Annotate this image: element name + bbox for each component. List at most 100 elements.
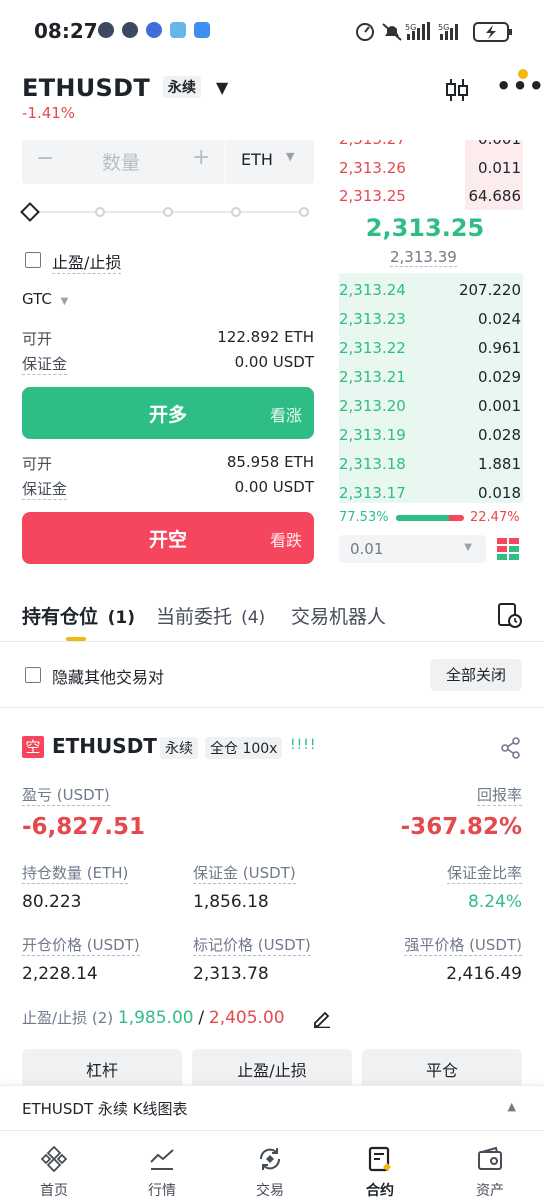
position-margin-tag[interactable]: 全仓 100x — [205, 737, 283, 759]
toolbar-divider — [0, 707, 544, 708]
time-in-force-value: GTC — [22, 290, 52, 308]
bid-qty: 0.961 — [478, 339, 521, 357]
margin-value: 1,856.18 — [193, 892, 269, 912]
pnl-label[interactable]: 盈亏 (USDT) — [22, 784, 110, 806]
bid-row[interactable]: 2,313.20 0.001 — [339, 392, 523, 421]
pnl-value: -6,827.51 — [22, 814, 146, 840]
bid-row[interactable]: 2,313.23 0.024 — [339, 305, 523, 334]
tab-trading-bots[interactable]: 交易机器人 — [291, 602, 386, 629]
candlestick-icon[interactable] — [444, 77, 470, 103]
ask-row[interactable]: 2,313.27 0.001 — [339, 140, 523, 154]
bid-price: 2,313.23 — [339, 310, 406, 328]
hide-others-checkbox[interactable] — [25, 667, 41, 683]
long-available-value: 122.892 ETH — [217, 328, 314, 346]
slider-handle[interactable] — [20, 202, 40, 222]
bid-qty: 207.220 — [458, 281, 521, 299]
tpsl-checkbox[interactable] — [25, 252, 41, 268]
bottom-nav: 首页 行情 交易 合约 资产 — [0, 1130, 544, 1200]
long-margin-value: 0.00 USDT — [234, 353, 314, 371]
caret-down-icon: ▼ — [464, 542, 472, 553]
time-in-force-select[interactable]: GTC ▼ — [22, 290, 68, 308]
precision-select[interactable]: 0.01 ▼ — [339, 535, 486, 563]
tab-open-orders-count: (4) — [241, 608, 266, 628]
roe-label[interactable]: 回报率 — [476, 784, 522, 806]
margin-label[interactable]: 保证金 (USDT) — [193, 862, 296, 884]
tabs-divider — [0, 641, 544, 642]
status-bar: 08:27 5G 5G — [0, 0, 544, 62]
edit-icon[interactable] — [312, 1008, 332, 1028]
long-sub-label: 看涨 — [269, 406, 302, 425]
markets-icon — [150, 1149, 174, 1170]
position-symbol[interactable]: ETHUSDT — [52, 734, 157, 758]
quantity-input[interactable]: − 数量 + ETH ▼ — [22, 140, 314, 184]
margin-ratio-label[interactable]: 保证金比率 — [446, 862, 522, 884]
nav-markets[interactable]: 行情 — [108, 1131, 216, 1200]
slider-step[interactable] — [95, 207, 105, 217]
ask-row[interactable]: 2,313.25 64.686 — [339, 182, 523, 210]
minus-button[interactable]: − — [36, 146, 54, 171]
ask-list: 2,313.27 0.001 2,313.26 0.011 2,313.25 6… — [339, 140, 523, 210]
share-icon[interactable] — [500, 737, 522, 759]
caret-down-icon[interactable]: ▼ — [216, 78, 229, 97]
ask-price: 2,313.27 — [339, 140, 406, 148]
nav-assets[interactable]: 资产 — [436, 1131, 544, 1200]
bid-row[interactable]: 2,313.19 0.028 — [339, 421, 523, 450]
bid-row[interactable]: 2,313.18 1.881 — [339, 450, 523, 479]
caret-down-icon[interactable]: ▼ — [286, 150, 294, 163]
entry-label[interactable]: 开仓价格 (USDT) — [22, 934, 140, 956]
nav-futures[interactable]: 合约 — [326, 1131, 434, 1200]
close-all-button[interactable]: 全部关闭 — [430, 659, 522, 691]
symbol-name: ETHUSDT — [22, 74, 151, 102]
ask-row[interactable]: 2,313.26 0.011 — [339, 154, 523, 183]
mark-label[interactable]: 标记价格 (USDT) — [193, 934, 311, 956]
mark-price[interactable]: 2,313.39 — [390, 248, 457, 267]
last-price[interactable]: 2,313.25 — [339, 214, 511, 242]
open-long-button[interactable]: 开多 看涨 — [22, 387, 314, 439]
symbol-title[interactable]: ETHUSDT 永续 ▼ — [22, 74, 229, 102]
take-profit-value: 1,985.00 — [117, 1008, 194, 1028]
liq-value: 2,416.49 — [446, 964, 522, 984]
bid-row[interactable]: 2,313.17 0.018 — [339, 479, 523, 508]
ratio-bar-buy-fill — [396, 515, 449, 521]
liq-label[interactable]: 强平价格 (USDT) — [404, 934, 522, 956]
mark-value: 2,313.78 — [193, 964, 269, 984]
tab-open-orders[interactable]: 当前委托 (4) — [156, 602, 265, 629]
bid-price: 2,313.24 — [339, 281, 406, 299]
nav-trade[interactable]: 交易 — [216, 1131, 324, 1200]
bid-qty: 0.001 — [478, 397, 521, 415]
bid-row[interactable]: 2,313.22 0.961 — [339, 334, 523, 363]
bid-row[interactable]: 2,313.21 0.029 — [339, 363, 523, 392]
plus-button[interactable]: + — [192, 145, 210, 170]
svg-text:5G: 5G — [405, 23, 416, 32]
slider-step[interactable] — [231, 207, 241, 217]
system-status-icons: 5G 5G — [356, 22, 512, 42]
svg-text:5G: 5G — [438, 23, 449, 32]
nav-home[interactable]: 首页 — [0, 1131, 108, 1200]
tpsl-label[interactable]: 止盈/止损 — [52, 249, 122, 274]
kline-chart-bar[interactable]: ETHUSDT 永续 K线图表 ▲ — [0, 1085, 544, 1130]
stop-loss-value: 2,405.00 — [208, 1008, 285, 1028]
tab-trading-bots-label: 交易机器人 — [291, 606, 387, 628]
tab-positions-label: 持有仓位 — [22, 606, 99, 628]
adl-indicator: !!!! — [290, 737, 317, 753]
tab-positions[interactable]: 持有仓位 (1) — [22, 602, 135, 629]
bid-row[interactable]: 2,313.24 207.220 — [339, 276, 523, 305]
status-time: 08:27 — [34, 19, 98, 43]
size-label[interactable]: 持仓数量 (ETH) — [22, 862, 129, 884]
bid-qty: 0.029 — [478, 368, 521, 386]
home-icon — [40, 1145, 68, 1173]
unit-selector[interactable]: ETH — [241, 150, 273, 169]
slider-step[interactable] — [163, 207, 173, 217]
telegram-icon — [122, 22, 138, 38]
ask-price: 2,313.26 — [339, 159, 406, 177]
app-icon — [146, 22, 162, 38]
caret-up-icon[interactable]: ▲ — [508, 1100, 516, 1113]
slider-step[interactable] — [299, 207, 309, 217]
book-layout-icon[interactable] — [496, 537, 520, 561]
hide-others-label[interactable]: 隐藏其他交易对 — [52, 664, 164, 688]
tab-open-orders-label: 当前委托 — [156, 606, 233, 628]
open-short-button[interactable]: 开空 看跌 — [22, 512, 314, 564]
bid-price: 2,313.18 — [339, 455, 406, 473]
position-tpsl[interactable]: 止盈/止损 (2) 1,985.00 / 2,405.00 — [22, 1007, 285, 1028]
history-icon[interactable] — [497, 602, 523, 628]
